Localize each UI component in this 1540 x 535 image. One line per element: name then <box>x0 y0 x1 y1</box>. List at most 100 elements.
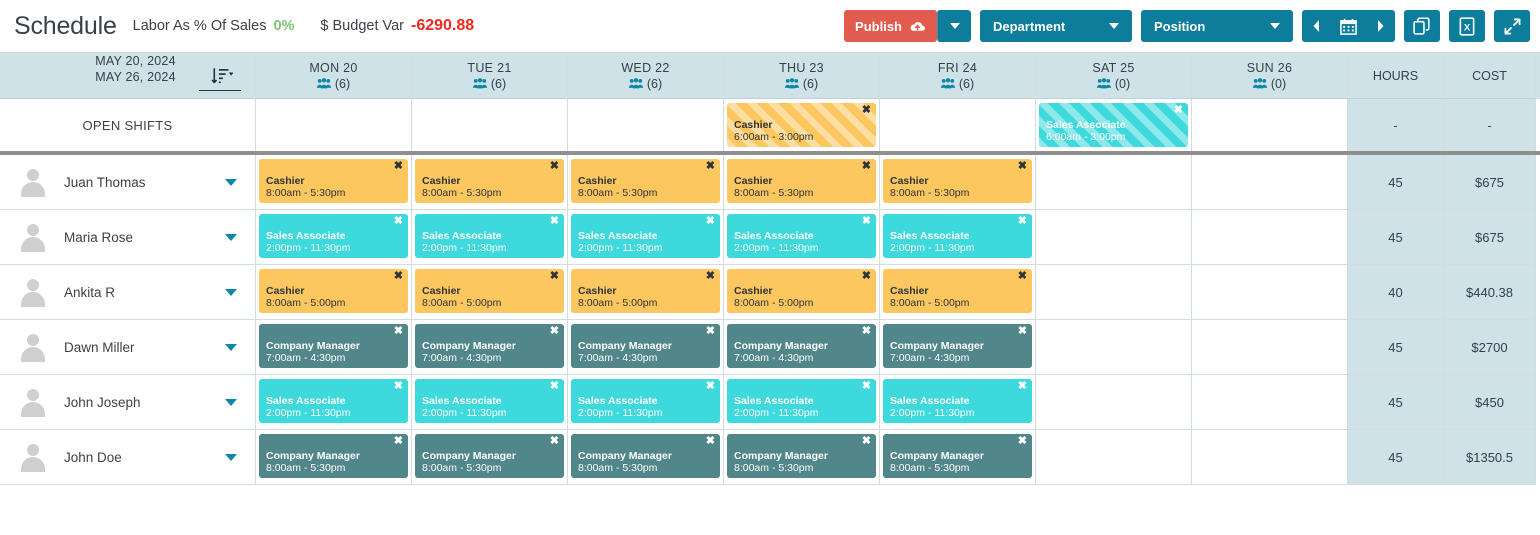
shift-cell-sun[interactable] <box>1192 320 1348 375</box>
day-header-wed[interactable]: WED 22 (6) <box>568 53 724 99</box>
shift-cell-mon[interactable]: ✖ Sales Associate 2:00pm - 11:30pm <box>256 375 412 430</box>
shift-cell-mon[interactable]: ✖ Cashier 8:00am - 5:30pm <box>256 155 412 210</box>
copy-schedule-button[interactable] <box>1404 10 1440 42</box>
previous-week-button[interactable] <box>1308 20 1324 32</box>
shift-cell-thu[interactable]: ✖ Cashier 8:00am - 5:30pm <box>724 155 880 210</box>
shift-card[interactable]: ✖ Cashier 8:00am - 5:00pm <box>259 269 408 313</box>
close-icon[interactable]: ✖ <box>862 271 871 282</box>
employee-menu-toggle[interactable] <box>225 398 237 406</box>
shift-cell-tue[interactable]: ✖ Sales Associate 2:00pm - 11:30pm <box>412 375 568 430</box>
shift-card[interactable]: ✖ Company Manager 7:00am - 4:30pm <box>883 324 1032 368</box>
shift-card[interactable]: ✖ Cashier 8:00am - 5:00pm <box>883 269 1032 313</box>
close-icon[interactable]: ✖ <box>706 216 715 227</box>
shift-cell-sat[interactable] <box>1036 155 1192 210</box>
next-week-button[interactable] <box>1373 20 1389 32</box>
day-header-mon[interactable]: MON 20 (6) <box>256 53 412 99</box>
close-icon[interactable]: ✖ <box>862 105 871 116</box>
close-icon[interactable]: ✖ <box>394 326 403 337</box>
shift-card[interactable]: ✖ Sales Associate 2:00pm - 11:30pm <box>727 379 876 423</box>
shift-cell-thu[interactable]: ✖ Sales Associate 2:00pm - 11:30pm <box>724 210 880 265</box>
close-icon[interactable]: ✖ <box>394 216 403 227</box>
shift-cell-wed[interactable]: ✖ Company Manager 8:00am - 5:30pm <box>568 430 724 485</box>
shift-card[interactable]: ✖ Cashier 8:00am - 5:00pm <box>415 269 564 313</box>
shift-cell-mon[interactable]: ✖ Cashier 8:00am - 5:00pm <box>256 265 412 320</box>
close-icon[interactable]: ✖ <box>706 271 715 282</box>
publish-dropdown-toggle[interactable] <box>937 10 971 42</box>
close-icon[interactable]: ✖ <box>706 161 715 172</box>
employee-menu-toggle[interactable] <box>225 178 237 186</box>
shift-cell-fri[interactable]: ✖ Company Manager 8:00am - 5:30pm <box>880 430 1036 485</box>
shift-card[interactable]: ✖ Cashier 8:00am - 5:30pm <box>415 159 564 203</box>
shift-cell-thu[interactable]: ✖ Company Manager 8:00am - 5:30pm <box>724 430 880 485</box>
shift-cell-sun[interactable] <box>1192 210 1348 265</box>
shift-cell-wed[interactable]: ✖ Sales Associate 2:00pm - 11:30pm <box>568 375 724 430</box>
close-icon[interactable]: ✖ <box>1018 271 1027 282</box>
close-icon[interactable]: ✖ <box>550 326 559 337</box>
department-filter-button[interactable]: Department <box>980 10 1132 42</box>
shift-cell-fri[interactable]: ✖ Cashier 8:00am - 5:00pm <box>880 265 1036 320</box>
shift-card[interactable]: ✖ Company Manager 7:00am - 4:30pm <box>259 324 408 368</box>
close-icon[interactable]: ✖ <box>706 381 715 392</box>
shift-cell-fri[interactable]: ✖ Sales Associate 2:00pm - 11:30pm <box>880 210 1036 265</box>
close-icon[interactable]: ✖ <box>862 161 871 172</box>
shift-cell-wed[interactable]: ✖ Cashier 8:00am - 5:00pm <box>568 265 724 320</box>
close-icon[interactable]: ✖ <box>1018 216 1027 227</box>
day-header-sat[interactable]: SAT 25 (0) <box>1036 53 1192 99</box>
shift-cell-sat[interactable] <box>1036 320 1192 375</box>
close-icon[interactable]: ✖ <box>1174 105 1183 116</box>
close-icon[interactable]: ✖ <box>1018 326 1027 337</box>
close-icon[interactable]: ✖ <box>706 436 715 447</box>
shift-cell-sat[interactable] <box>1036 430 1192 485</box>
employee-menu-toggle[interactable] <box>225 288 237 296</box>
close-icon[interactable]: ✖ <box>1018 436 1027 447</box>
shift-cell-sun[interactable] <box>1192 265 1348 320</box>
employee-menu-toggle[interactable] <box>225 453 237 461</box>
employee-menu-toggle[interactable] <box>225 343 237 351</box>
close-icon[interactable]: ✖ <box>394 436 403 447</box>
shift-cell-sat[interactable] <box>1036 375 1192 430</box>
calendar-picker-button[interactable] <box>1336 18 1361 35</box>
shift-card[interactable]: ✖ Company Manager 8:00am - 5:30pm <box>259 434 408 478</box>
fullscreen-expand-button[interactable] <box>1494 10 1530 42</box>
shift-cell-tue[interactable]: ✖ Cashier 8:00am - 5:00pm <box>412 265 568 320</box>
shift-card[interactable]: ✖ Company Manager 7:00am - 4:30pm <box>571 324 720 368</box>
shift-cell-mon[interactable]: ✖ Sales Associate 2:00pm - 11:30pm <box>256 210 412 265</box>
shift-card[interactable]: ✖ Sales Associate 2:00pm - 11:30pm <box>883 379 1032 423</box>
close-icon[interactable]: ✖ <box>394 381 403 392</box>
close-icon[interactable]: ✖ <box>1018 161 1027 172</box>
shift-cell-fri[interactable]: ✖ Cashier 8:00am - 5:30pm <box>880 155 1036 210</box>
open-shift-cell-fri[interactable] <box>880 99 1036 151</box>
shift-card[interactable]: ✖ Sales Associate 2:00pm - 11:30pm <box>571 214 720 258</box>
shift-cell-sun[interactable] <box>1192 375 1348 430</box>
shift-card[interactable]: ✖ Sales Associate 2:00pm - 11:30pm <box>571 379 720 423</box>
open-shift-cell-tue[interactable] <box>412 99 568 151</box>
shift-card[interactable]: ✖ Company Manager 8:00am - 5:30pm <box>415 434 564 478</box>
shift-cell-fri[interactable]: ✖ Sales Associate 2:00pm - 11:30pm <box>880 375 1036 430</box>
day-header-fri[interactable]: FRI 24 (6) <box>880 53 1036 99</box>
shift-card[interactable]: ✖ Cashier 8:00am - 5:00pm <box>727 269 876 313</box>
shift-card[interactable]: ✖ Sales Associate 2:00pm - 11:30pm <box>415 379 564 423</box>
shift-cell-thu[interactable]: ✖ Company Manager 7:00am - 4:30pm <box>724 320 880 375</box>
shift-card[interactable]: ✖ Company Manager 8:00am - 5:30pm <box>571 434 720 478</box>
shift-card[interactable]: ✖ Cashier 8:00am - 5:30pm <box>883 159 1032 203</box>
day-header-tue[interactable]: TUE 21 (6) <box>412 53 568 99</box>
shift-card[interactable]: ✖ Sales Associate 2:00pm - 11:30pm <box>727 214 876 258</box>
sort-button[interactable] <box>211 66 233 85</box>
close-icon[interactable]: ✖ <box>550 271 559 282</box>
shift-card[interactable]: ✖ Cashier 8:00am - 5:30pm <box>571 159 720 203</box>
shift-cell-thu[interactable]: ✖ Sales Associate 2:00pm - 11:30pm <box>724 375 880 430</box>
open-shift-cell-sun[interactable] <box>1192 99 1348 151</box>
shift-cell-tue[interactable]: ✖ Sales Associate 2:00pm - 11:30pm <box>412 210 568 265</box>
close-icon[interactable]: ✖ <box>550 161 559 172</box>
day-header-thu[interactable]: THU 23 (6) <box>724 53 880 99</box>
shift-card[interactable]: ✖ Company Manager 7:00am - 4:30pm <box>727 324 876 368</box>
shift-cell-sat[interactable] <box>1036 265 1192 320</box>
shift-card[interactable]: ✖ Cashier 8:00am - 5:30pm <box>259 159 408 203</box>
open-shift-card[interactable]: ✖ Cashier 6:00am - 3:00pm <box>727 103 876 147</box>
close-icon[interactable]: ✖ <box>862 436 871 447</box>
shift-cell-sat[interactable] <box>1036 210 1192 265</box>
shift-card[interactable]: ✖ Company Manager 8:00am - 5:30pm <box>727 434 876 478</box>
open-shift-cell-wed[interactable] <box>568 99 724 151</box>
shift-cell-wed[interactable]: ✖ Company Manager 7:00am - 4:30pm <box>568 320 724 375</box>
close-icon[interactable]: ✖ <box>394 271 403 282</box>
